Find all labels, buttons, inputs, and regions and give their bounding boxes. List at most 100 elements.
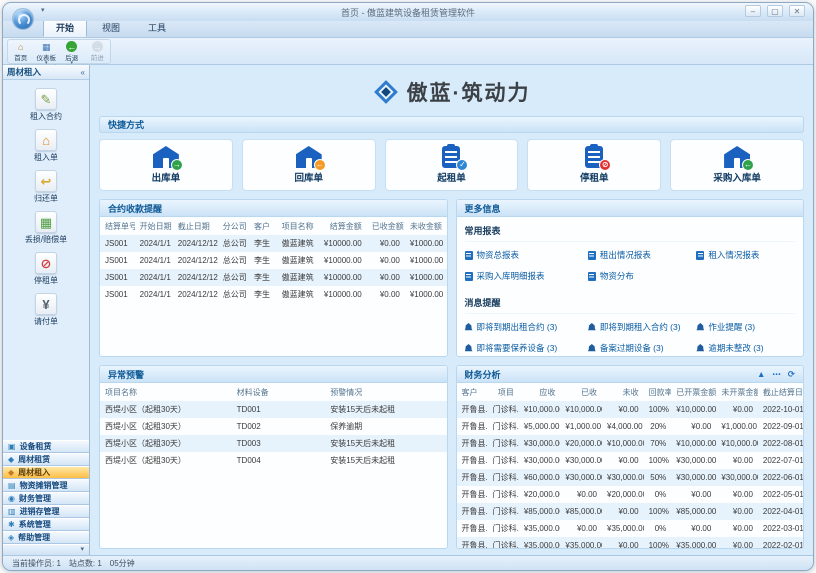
column-header[interactable]: 未收金额 <box>405 217 447 235</box>
column-header[interactable]: 未收 <box>602 383 644 401</box>
finance-panel: 财务分析 ▲⋯⟳ 客户项目应收已收未收回款率已开票金额未开票金额截止结算日期 <box>456 365 805 549</box>
report-link[interactable]: 租出情况报表 <box>588 249 697 261</box>
more-info-panel: 更多信息 常用报表 物资总报表 <box>456 199 805 357</box>
column-header[interactable]: 项目名称 <box>277 217 319 235</box>
column-header[interactable]: 未开票金额 <box>716 383 758 401</box>
sidebar-overflow-button[interactable]: ▾ <box>3 544 89 555</box>
table-row[interactable]: JS0012024/1/12024/12/12 总公司李生傲蓝建筑 ¥10000… <box>100 235 447 252</box>
quick-card[interactable]: ⊘ 停租单 <box>527 139 661 191</box>
tool-icon: ¥ <box>35 293 57 315</box>
quick-card[interactable]: ← 回库单 <box>242 139 376 191</box>
column-header[interactable]: 回款率 <box>644 383 672 401</box>
sidebar-nav-item[interactable]: ✱ 系统管理 <box>3 518 89 531</box>
message-reminder-link[interactable]: 即将到期租入合约 (3) <box>588 321 697 333</box>
tool-icon: ⌂ <box>35 129 57 151</box>
sidebar-nav-item[interactable]: ◉ 财务管理 <box>3 492 89 505</box>
ribbon-button[interactable]: → 前进 ▾ <box>85 41 110 62</box>
sidebar-tool-item[interactable]: ▦ 丢损/赔偿单 <box>6 211 86 245</box>
message-reminder-link[interactable]: 即将到期出租合约 (3) <box>465 321 588 333</box>
finance-table: 客户项目应收已收未收回款率已开票金额未开票金额截止结算日期 开鲁县...门诊科.… <box>457 383 804 549</box>
table-row[interactable]: 开鲁县...门诊科...¥35,000.00 ¥35,000.00¥0.0010… <box>457 537 804 549</box>
table-row[interactable]: JS0012024/1/12024/12/12 总公司李生傲蓝建筑 ¥10000… <box>100 269 447 286</box>
status-bar: 当前操作员: 1 站点数: 1 05分钟 <box>3 555 813 570</box>
ribbon-button[interactable]: ⌂ 首页 ▾ <box>8 41 33 62</box>
window-title: 首页 - 傲蓝建筑设备租赁管理软件 <box>3 6 813 19</box>
quick-card[interactable]: ← 采购入库单 <box>670 139 804 191</box>
column-header[interactable]: 已收金额 <box>367 217 405 235</box>
message-reminder-link[interactable]: 即将需要保养设备 (3) <box>465 342 588 354</box>
table-row[interactable]: JS0012024/1/12024/12/12 总公司李生傲蓝建筑 ¥10000… <box>100 286 447 303</box>
column-header[interactable]: 客户 <box>249 217 277 235</box>
app-window: ▾ 首页 - 傲蓝建筑设备租赁管理软件 – ▢ ✕ 开始 视图 工具 <box>2 2 814 571</box>
report-link[interactable]: 物资总报表 <box>465 249 588 261</box>
nav-item-icon: ▤ <box>8 482 16 490</box>
column-header[interactable]: 已收 <box>560 383 602 401</box>
quick-access-header: 快捷方式 <box>99 116 804 133</box>
sidebar-nav-item[interactable]: ◈ 帮助管理 <box>3 531 89 544</box>
sidebar-nav-item[interactable]: ▣ 设备租赁 <box>3 440 89 453</box>
column-header[interactable]: 已开票金额 <box>671 383 716 401</box>
sidebar-tool-item[interactable]: ¥ 请付单 <box>6 293 86 327</box>
panel-tool-icon[interactable]: ▲ <box>757 369 765 380</box>
column-header[interactable]: 分公司 <box>218 217 249 235</box>
column-header[interactable]: 开始日期 <box>135 217 173 235</box>
bell-icon <box>465 344 473 352</box>
sidebar-nav-item[interactable]: ▤ 物资摊销管理 <box>3 479 89 492</box>
message-reminder-link[interactable]: 逾期未整改 (3) <box>696 342 795 354</box>
app-logo-icon[interactable] <box>12 8 34 30</box>
column-header[interactable]: 客户 <box>457 383 488 401</box>
sidebar-tool-item[interactable]: ↩ 归还单 <box>6 170 86 204</box>
message-reminder-link[interactable]: 作业提醒 (3) <box>696 321 795 333</box>
sidebar-nav-item[interactable]: ◆ 周材租入 <box>3 466 89 479</box>
column-header[interactable]: 项目名称 <box>100 383 232 401</box>
column-header[interactable]: 项目 <box>488 383 519 401</box>
collapse-sidebar-icon[interactable]: « <box>81 68 85 77</box>
column-header[interactable]: 截止结算日期 <box>758 383 803 401</box>
table-row[interactable]: 西堤小区（起租30天）TD004安装15天后未起租 <box>100 452 447 469</box>
table-row[interactable]: 开鲁县...门诊科...¥10,000.00 ¥10,000.00¥0.0010… <box>457 401 804 418</box>
sidebar-tool-item[interactable]: ✎ 租入合约 <box>6 88 86 122</box>
status-text: 当前操作员: 1 站点数: 1 05分钟 <box>12 558 135 569</box>
table-row[interactable]: 西堤小区（起租30天）TD001安装15天后未起租 <box>100 401 447 418</box>
table-row[interactable]: 开鲁县...门诊科...¥30,000.00 ¥30,000.00¥0.0010… <box>457 452 804 469</box>
quick-card[interactable]: → 出库单 <box>99 139 233 191</box>
column-header[interactable]: 结算金额 <box>318 217 367 235</box>
document-icon <box>465 272 473 281</box>
sidebar-tool-item[interactable]: ⊘ 停租单 <box>6 252 86 286</box>
report-link[interactable]: 采购入库明细报表 <box>465 270 588 282</box>
bell-icon <box>696 344 704 352</box>
sidebar-tool-item[interactable]: ⌂ 租入单 <box>6 129 86 163</box>
panel-tool-icon[interactable]: ⋯ <box>772 369 781 380</box>
sidebar-nav-item[interactable]: ◆ 周材租赁 <box>3 453 89 466</box>
table-row[interactable]: 西堤小区（起租30天）TD002保养逾期 <box>100 418 447 435</box>
ribbon-group-history-nav: ⌂ 首页 ▾ ▦ 仪表板 ▾ ← 后退 ▾ <box>7 39 111 64</box>
table-row[interactable]: 开鲁县...门诊科...¥60,000.00 ¥30,000.00¥30,000… <box>457 469 804 486</box>
table-row[interactable]: 开鲁县...门诊科...¥30,000.00 ¥20,000.00¥10,000… <box>457 435 804 452</box>
brand-name: 傲蓝·筑动力 <box>407 77 531 107</box>
report-link[interactable]: 物资分布 <box>588 270 697 282</box>
message-reminder-link[interactable]: 备案过期设备 (3) <box>588 342 697 354</box>
table-row[interactable]: 开鲁县...门诊科...¥20,000.00 ¥0.00¥20,000.000%… <box>457 486 804 503</box>
ribbon-button[interactable]: ▦ 仪表板 ▾ <box>34 41 59 65</box>
column-header[interactable]: 截止日期 <box>173 217 218 235</box>
table-row[interactable]: 开鲁县...门诊科...¥35,000.00 ¥0.00¥35,000.000%… <box>457 520 804 537</box>
home-content: 傲蓝·筑动力 快捷方式 → 出库单 <box>90 65 813 555</box>
ribbon-button[interactable]: ← 后退 ▾ <box>59 41 84 65</box>
panel-tool-icon[interactable]: ⟳ <box>788 369 795 380</box>
table-row[interactable]: JS0012024/1/12024/12/12 总公司李生傲蓝建筑 ¥10000… <box>100 252 447 269</box>
window-control-button[interactable]: ✕ <box>789 5 805 17</box>
table-row[interactable]: 开鲁县...门诊科...¥5,000.00 ¥1,000.00¥4,000.00… <box>457 418 804 435</box>
quick-card[interactable]: ✓ 起租单 <box>385 139 519 191</box>
column-header[interactable]: 预警情况 <box>325 383 446 401</box>
column-header[interactable]: 结算单号 <box>100 217 135 235</box>
table-row[interactable]: 西堤小区（起租30天）TD003安装15天后未起租 <box>100 435 447 452</box>
window-control-button[interactable]: – <box>745 5 761 17</box>
sidebar-nav-item[interactable]: ▥ 进销存管理 <box>3 505 89 518</box>
column-header[interactable]: 材料设备 <box>232 383 326 401</box>
window-control-button[interactable]: ▢ <box>767 5 783 17</box>
report-link[interactable]: 租入情况报表 <box>696 249 795 261</box>
nav-item-icon: ◉ <box>8 495 15 503</box>
nav-item-icon: ◈ <box>8 534 14 542</box>
table-row[interactable]: 开鲁县...门诊科...¥85,000.00 ¥85,000.00¥0.0010… <box>457 503 804 520</box>
column-header[interactable]: 应收 <box>519 383 561 401</box>
